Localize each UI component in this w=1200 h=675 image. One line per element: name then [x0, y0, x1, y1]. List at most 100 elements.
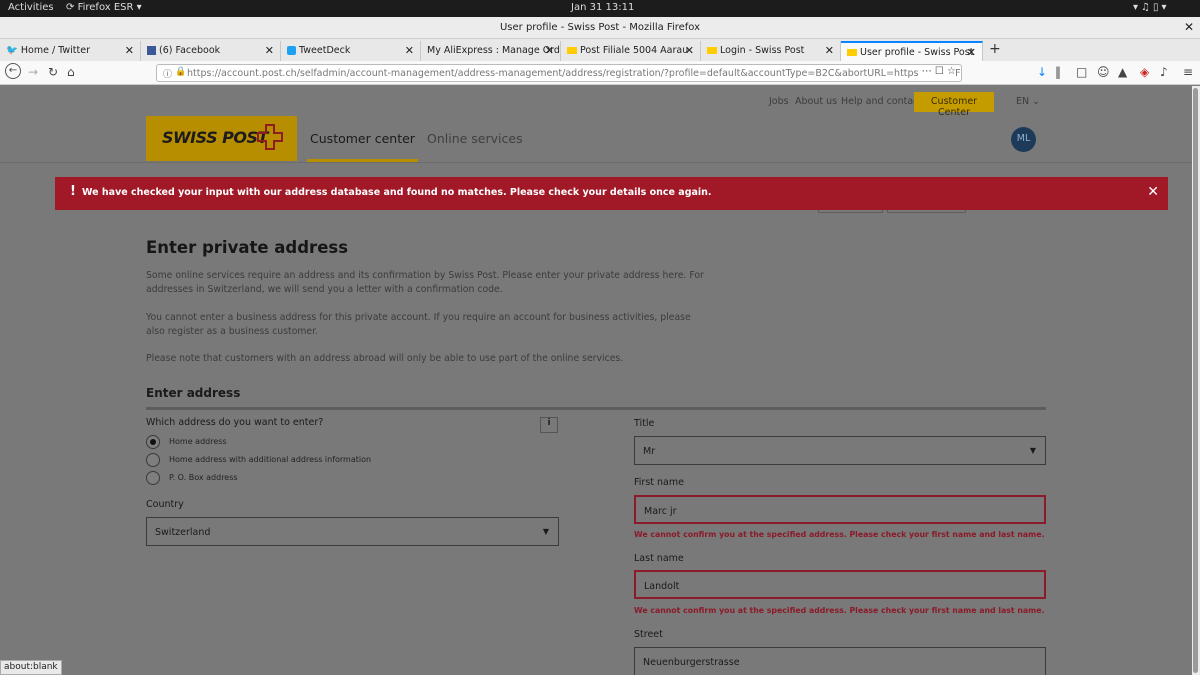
nav-online-services[interactable]: Online services: [427, 131, 523, 146]
last-name-label: Last name: [634, 553, 684, 564]
post-icon: [567, 47, 577, 54]
page-title: Enter private address: [146, 238, 349, 257]
dropdown-arrow-icon: ▼: [542, 527, 549, 536]
first-name-value: Marc jr: [644, 506, 677, 517]
window-title: User profile - Swiss Post - Mozilla Fire…: [499, 22, 701, 33]
tab-label: User profile - Swiss Post: [860, 47, 974, 58]
country-select[interactable]: Switzerland ▼: [146, 517, 559, 546]
tab-close-icon[interactable]: ✕: [545, 44, 554, 57]
header-divider: [0, 162, 1192, 163]
chevron-down-icon: ⌄: [1032, 96, 1041, 107]
library-icon[interactable]: ‖: [1055, 65, 1061, 79]
title-label: Title: [634, 418, 655, 429]
url-text: https://account.post.ch/selfadmin/accoun…: [187, 68, 962, 79]
link-about-us[interactable]: About us: [795, 96, 837, 107]
megaphone-icon[interactable]: ♪: [1160, 65, 1168, 79]
page-scrollbar[interactable]: [1192, 86, 1200, 675]
customer-center-button[interactable]: Customer Center: [914, 92, 994, 118]
activities-button[interactable]: Activities: [8, 2, 54, 13]
chevron-down-icon: ▾: [136, 2, 142, 13]
link-jobs[interactable]: Jobs: [769, 96, 789, 107]
tab-aliexpress[interactable]: My AliExpress : Manage Ord ✕: [421, 41, 561, 61]
language-selector[interactable]: EN ⌄: [1016, 96, 1040, 107]
tab-facebook[interactable]: (6) Facebook ✕: [141, 41, 281, 61]
country-value: Switzerland: [155, 527, 211, 538]
title-value: Mr: [643, 446, 656, 457]
home-button[interactable]: ⌂: [67, 65, 75, 79]
twitter-icon: 🐦: [6, 45, 18, 56]
tab-post-filiale[interactable]: Post Filiale 5004 Aarau ✕: [561, 41, 701, 61]
window-close-icon[interactable]: ✕: [1184, 20, 1194, 34]
ublock-icon[interactable]: ◈: [1140, 65, 1149, 79]
post-icon: [707, 47, 717, 54]
section-title: Enter address: [146, 386, 241, 400]
reload-button[interactable]: ↻: [48, 65, 58, 79]
intro-paragraph: Please note that customers with an addre…: [146, 353, 624, 364]
system-top-bar: Activities ⟳ Firefox ESR ▾ Jan 31 13:11 …: [0, 0, 1200, 17]
tab-label: (6) Facebook: [159, 45, 221, 56]
download-icon[interactable]: ↓: [1037, 65, 1047, 79]
firefox-icon: ⟳: [66, 2, 75, 13]
tab-label: Home / Twitter: [20, 45, 91, 56]
tab-tweetdeck[interactable]: TweetDeck ✕: [281, 41, 421, 61]
language-label: EN: [1016, 96, 1030, 107]
title-select[interactable]: Mr ▼: [634, 436, 1046, 465]
tab-close-icon[interactable]: ✕: [967, 46, 976, 59]
tab-twitter[interactable]: 🐦 Home / Twitter ✕: [0, 41, 141, 61]
extension-icon[interactable]: ▲: [1118, 65, 1127, 79]
tab-close-icon[interactable]: ✕: [825, 44, 834, 57]
last-name-error: We cannot confirm you at the specified a…: [634, 606, 1045, 615]
tab-close-icon[interactable]: ✕: [265, 44, 274, 57]
avatar[interactable]: ML: [1011, 127, 1036, 152]
page-content: Jobs About us Help and contact Customer …: [0, 86, 1192, 675]
back-button[interactable]: ←: [5, 63, 21, 79]
menu-icon[interactable]: ≡: [1183, 65, 1193, 79]
radio-home-address[interactable]: [146, 435, 160, 449]
street-field[interactable]: Neuenburgerstrasse: [634, 647, 1046, 675]
info-icon[interactable]: ⓘ: [163, 67, 172, 80]
facebook-icon: [147, 46, 156, 55]
hidden-button-edge: [818, 210, 883, 213]
forward-button[interactable]: →: [28, 65, 38, 79]
error-message: We have checked your input with our addr…: [82, 187, 712, 198]
hidden-button-edge: [887, 210, 966, 213]
swiss-post-logo[interactable]: SWISS POST: [146, 116, 297, 161]
swiss-cross-icon: [257, 124, 283, 150]
sidebar-icon[interactable]: □: [1076, 65, 1087, 79]
nav-customer-center[interactable]: Customer center: [307, 131, 418, 162]
system-tray-icons[interactable]: ▾♫▯▾: [1133, 2, 1170, 13]
link-help[interactable]: Help and contact: [841, 96, 922, 107]
tab-strip: 🐦 Home / Twitter ✕ (6) Facebook ✕ TweetD…: [0, 39, 1200, 61]
country-label: Country: [146, 499, 184, 510]
nav-label: Customer center: [310, 131, 415, 146]
new-tab-button[interactable]: +: [989, 41, 1001, 57]
tab-login[interactable]: Login - Swiss Post ✕: [701, 41, 841, 61]
info-icon[interactable]: i: [540, 417, 558, 433]
account-icon[interactable]: ☺: [1097, 65, 1110, 79]
radio-home-address-additional[interactable]: [146, 453, 160, 467]
tab-label: Login - Swiss Post: [720, 45, 805, 56]
intro-paragraph: You cannot enter a business address for …: [146, 312, 691, 337]
scrollbar-thumb[interactable]: [1193, 88, 1198, 673]
tab-close-icon[interactable]: ✕: [685, 44, 694, 57]
radio-po-box[interactable]: [146, 471, 160, 485]
window-title-bar: User profile - Swiss Post - Mozilla Fire…: [0, 17, 1200, 39]
close-icon[interactable]: ✕: [1147, 184, 1159, 200]
clock[interactable]: Jan 31 13:11: [571, 2, 634, 13]
address-type-label: Which address do you want to enter?: [146, 417, 324, 428]
app-menu[interactable]: ⟳ Firefox ESR ▾: [66, 2, 142, 13]
first-name-label: First name: [634, 477, 684, 488]
lock-icon: 🔒: [175, 67, 187, 77]
tweetdeck-icon: [287, 46, 296, 55]
page-actions[interactable]: ⋯ ☐ ☆: [917, 66, 956, 77]
tab-label: TweetDeck: [299, 45, 351, 56]
tab-close-icon[interactable]: ✕: [405, 44, 414, 57]
dropdown-arrow-icon: ▼: [1029, 446, 1036, 455]
tab-close-icon[interactable]: ✕: [125, 44, 134, 57]
street-label: Street: [634, 629, 663, 640]
url-bar[interactable]: ⓘ 🔒 https://account.post.ch/selfadmin/ac…: [156, 64, 962, 82]
first-name-field[interactable]: Marc jr: [634, 495, 1046, 524]
app-menu-label: Firefox ESR: [77, 2, 134, 13]
tab-user-profile[interactable]: User profile - Swiss Post ✕: [841, 41, 983, 61]
last-name-field[interactable]: Landolt: [634, 570, 1046, 599]
